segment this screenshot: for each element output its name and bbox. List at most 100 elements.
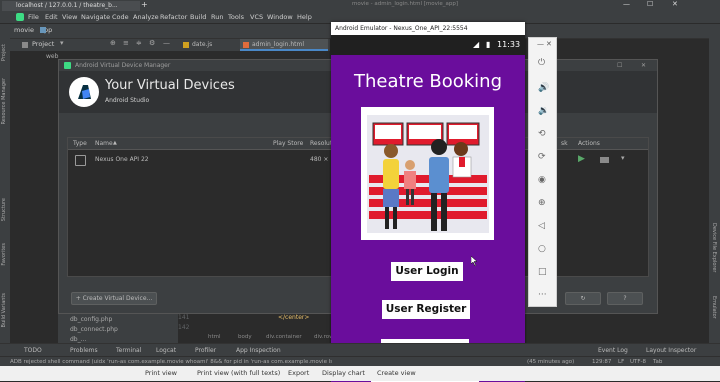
bottom-tool-tabs: TODO Problems Terminal Logcat Profiler A…: [0, 343, 720, 357]
menu-help[interactable]: Help: [297, 11, 312, 23]
export-link[interactable]: Export: [288, 366, 309, 381]
avd-app-icon: [64, 62, 71, 69]
window-minimize-icon[interactable]: —: [623, 0, 630, 8]
overview-icon[interactable]: □: [538, 267, 547, 277]
window-close-icon[interactable]: ✕: [672, 0, 678, 8]
refresh-button[interactable]: ↻: [565, 292, 601, 305]
column-type[interactable]: Type: [73, 138, 87, 149]
tool-tab-project[interactable]: Project: [1, 44, 7, 61]
code-breadcrumb-body[interactable]: body: [238, 334, 252, 340]
menu-edit[interactable]: Edit: [45, 11, 58, 23]
print-view-full-link[interactable]: Print view (with full texts): [197, 366, 280, 381]
back-icon[interactable]: ◁: [538, 221, 545, 231]
camera-icon[interactable]: ◉: [538, 175, 546, 185]
gear-icon[interactable]: ⚙: [149, 39, 155, 47]
tool-tab-build-variants[interactable]: Build Variants: [1, 293, 7, 327]
code-editor[interactable]: 141 </center> 142 html body div.containe…: [178, 314, 334, 344]
user-login-button[interactable]: User Login: [391, 262, 463, 281]
menu-run[interactable]: Run: [211, 11, 223, 23]
emulator-minimize-icon[interactable]: —: [537, 40, 544, 48]
menu-build[interactable]: Build: [190, 11, 206, 23]
menu-vcs[interactable]: VCS: [250, 11, 263, 23]
avd-restore-icon[interactable]: ☐: [617, 60, 622, 71]
project-file[interactable]: db_connect.php: [70, 326, 118, 333]
tool-tab-device-file-explorer[interactable]: Device File Explorer: [711, 223, 717, 272]
avd-header-title: Your Virtual Devices: [105, 78, 235, 93]
menu-view[interactable]: View: [62, 11, 77, 23]
menu-navigate[interactable]: Navigate: [81, 11, 110, 23]
menu-tools[interactable]: Tools: [228, 11, 244, 23]
phone-device-icon: [75, 155, 86, 166]
breadcrumb-project[interactable]: movie: [14, 26, 34, 34]
menu-code[interactable]: Code: [112, 11, 129, 23]
collapse-icon[interactable]: ≡: [123, 39, 129, 47]
more-actions-icon[interactable]: ▾: [621, 154, 625, 162]
chevron-down-icon[interactable]: ▾: [60, 39, 64, 47]
new-tab-icon[interactable]: +: [141, 0, 148, 9]
emulator-close-icon[interactable]: ✕: [546, 40, 552, 48]
line-number: 141: [178, 314, 190, 321]
menu-file[interactable]: File: [28, 11, 39, 23]
editor-tab-datejs[interactable]: date.js: [180, 39, 238, 51]
project-file[interactable]: db_...: [70, 336, 86, 343]
signal-icon: ◢: [473, 40, 480, 49]
folder-icon: [40, 27, 46, 33]
volume-up-icon[interactable]: 🔊: [538, 83, 549, 93]
editor-tab-admin-login[interactable]: admin_login.html: [240, 39, 328, 51]
android-studio-icon: [16, 13, 24, 21]
toolwindow-actions: ≡ ≑ ⚙ —: [120, 39, 180, 51]
avd-close-icon[interactable]: ✕: [641, 60, 646, 71]
sort-up-icon: ▲: [113, 140, 117, 146]
folder-open-icon[interactable]: [600, 157, 609, 163]
column-play-store[interactable]: Play Store: [273, 138, 303, 149]
project-tree-item[interactable]: web: [12, 51, 58, 63]
display-chart-link[interactable]: Display chart: [322, 366, 365, 381]
create-view-link[interactable]: Create view: [377, 366, 416, 381]
tool-tab-favorites[interactable]: Favorites: [1, 243, 7, 266]
locate-icon[interactable]: ⊕: [110, 39, 116, 47]
project-file-list: db_config.php db_connect.php db_...: [58, 314, 178, 344]
home-icon[interactable]: ○: [538, 244, 546, 254]
tool-tab-emulator[interactable]: Emulator: [711, 296, 717, 319]
battery-icon: ▮: [486, 40, 491, 49]
android-status-bar: ◢ ▮ 11:33: [331, 35, 525, 55]
print-view-link[interactable]: Print view: [145, 366, 177, 381]
expand-icon[interactable]: ≑: [136, 39, 142, 47]
window-maximize-icon[interactable]: ☐: [647, 0, 653, 8]
browser-tab[interactable]: localhost / 127.0.0.1 / theatre_b...: [2, 1, 140, 11]
launch-play-icon[interactable]: ▶: [578, 154, 585, 164]
help-button[interactable]: ?: [607, 292, 643, 305]
hide-icon[interactable]: —: [163, 39, 170, 47]
column-name[interactable]: Name: [95, 138, 113, 149]
rotate-left-icon[interactable]: ⟲: [538, 129, 546, 139]
tool-tab-resource-manager[interactable]: Resource Manager: [1, 78, 7, 124]
html-file-icon: [243, 42, 249, 48]
tool-tab-structure[interactable]: Structure: [1, 198, 7, 221]
rotate-right-icon[interactable]: ⟳: [538, 152, 546, 162]
avd-window-title: Android Virtual Device Manager: [75, 62, 171, 69]
column-actions[interactable]: Actions: [578, 138, 600, 149]
project-file[interactable]: db_config.php: [70, 316, 112, 323]
mouse-cursor-icon: [471, 256, 478, 266]
more-icon[interactable]: ···: [538, 290, 547, 300]
code-breadcrumb-container[interactable]: div.container: [266, 334, 302, 340]
power-icon[interactable]: ⏻: [538, 58, 545, 68]
column-size[interactable]: sk: [561, 138, 568, 149]
js-file-icon: [183, 42, 189, 48]
user-register-button[interactable]: User Register: [382, 300, 470, 319]
emulator-titlebar: Android Emulator - Nexus_One_API_22:5554: [331, 22, 525, 35]
create-virtual-device-button[interactable]: + Create Virtual Device...: [71, 292, 157, 305]
app-screen: Theatre Booking User Login User Register: [331, 55, 525, 382]
project-icon: [22, 42, 28, 48]
project-view-selector[interactable]: Project: [32, 40, 54, 48]
editor-tab-label: admin_login.html: [252, 41, 304, 48]
right-tool-strip: Device File Explorer Emulator: [709, 38, 720, 343]
menu-window[interactable]: Window: [267, 11, 293, 23]
menu-analyze[interactable]: Analyze: [133, 11, 159, 23]
code-breadcrumb-html[interactable]: html: [208, 334, 221, 340]
menu-refactor[interactable]: Refactor: [160, 11, 187, 23]
code-line: </center>: [278, 314, 310, 321]
zoom-icon[interactable]: ⊕: [538, 198, 546, 208]
volume-down-icon[interactable]: 🔉: [538, 106, 549, 116]
device-resolution: 480 ×: [310, 156, 329, 163]
